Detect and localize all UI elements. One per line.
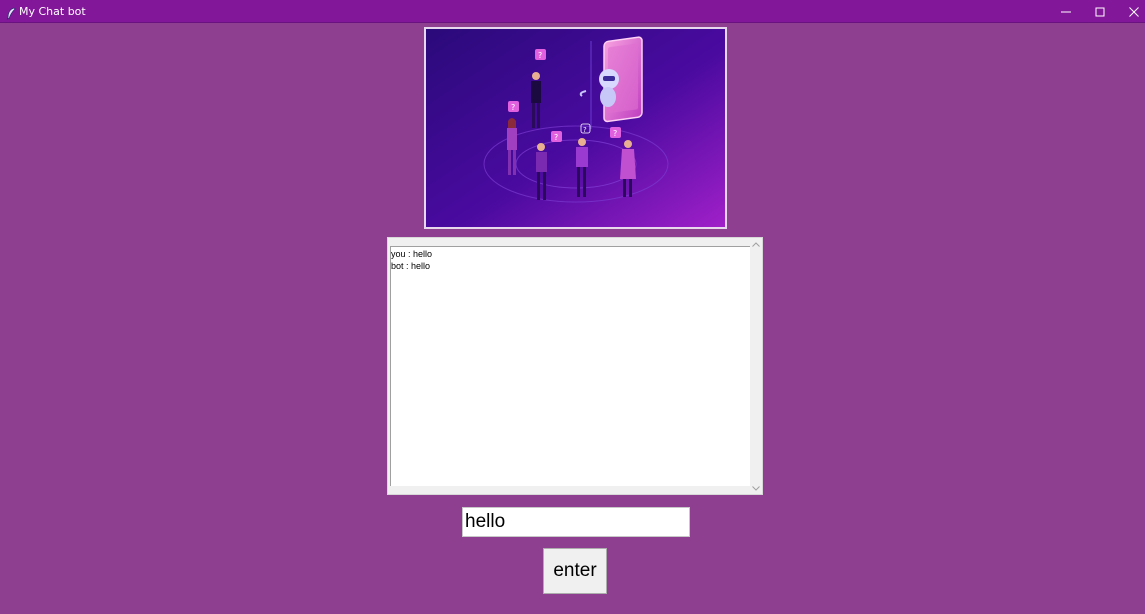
maximize-icon — [1095, 7, 1105, 17]
window-title: My Chat bot — [19, 5, 86, 18]
chat-message: you : hello — [391, 249, 433, 259]
svg-text:?: ? — [613, 129, 617, 138]
minimize-button[interactable] — [1049, 0, 1083, 23]
chatbot-illustration: ? ? ? ? ? — [424, 27, 727, 229]
chevron-down-icon[interactable] — [750, 482, 762, 494]
svg-text:?: ? — [511, 103, 515, 112]
chat-log-frame: you : hello bot : hello — [387, 237, 763, 495]
message-input[interactable] — [462, 507, 690, 537]
maximize-button[interactable] — [1083, 0, 1117, 23]
enter-button[interactable]: enter — [543, 548, 607, 594]
svg-text:?: ? — [583, 126, 587, 134]
close-icon — [1129, 6, 1139, 17]
svg-text:?: ? — [538, 51, 542, 60]
chevron-up-icon[interactable] — [750, 238, 762, 250]
minimize-icon — [1061, 7, 1071, 17]
svg-text:?: ? — [554, 133, 558, 142]
chat-log[interactable]: you : hello bot : hello — [390, 246, 751, 486]
vertical-scrollbar[interactable] — [750, 238, 762, 494]
chat-message: bot : hello — [391, 261, 431, 271]
title-bar: My Chat bot — [0, 0, 1145, 23]
feather-icon — [6, 5, 16, 20]
close-button[interactable] — [1117, 0, 1145, 23]
